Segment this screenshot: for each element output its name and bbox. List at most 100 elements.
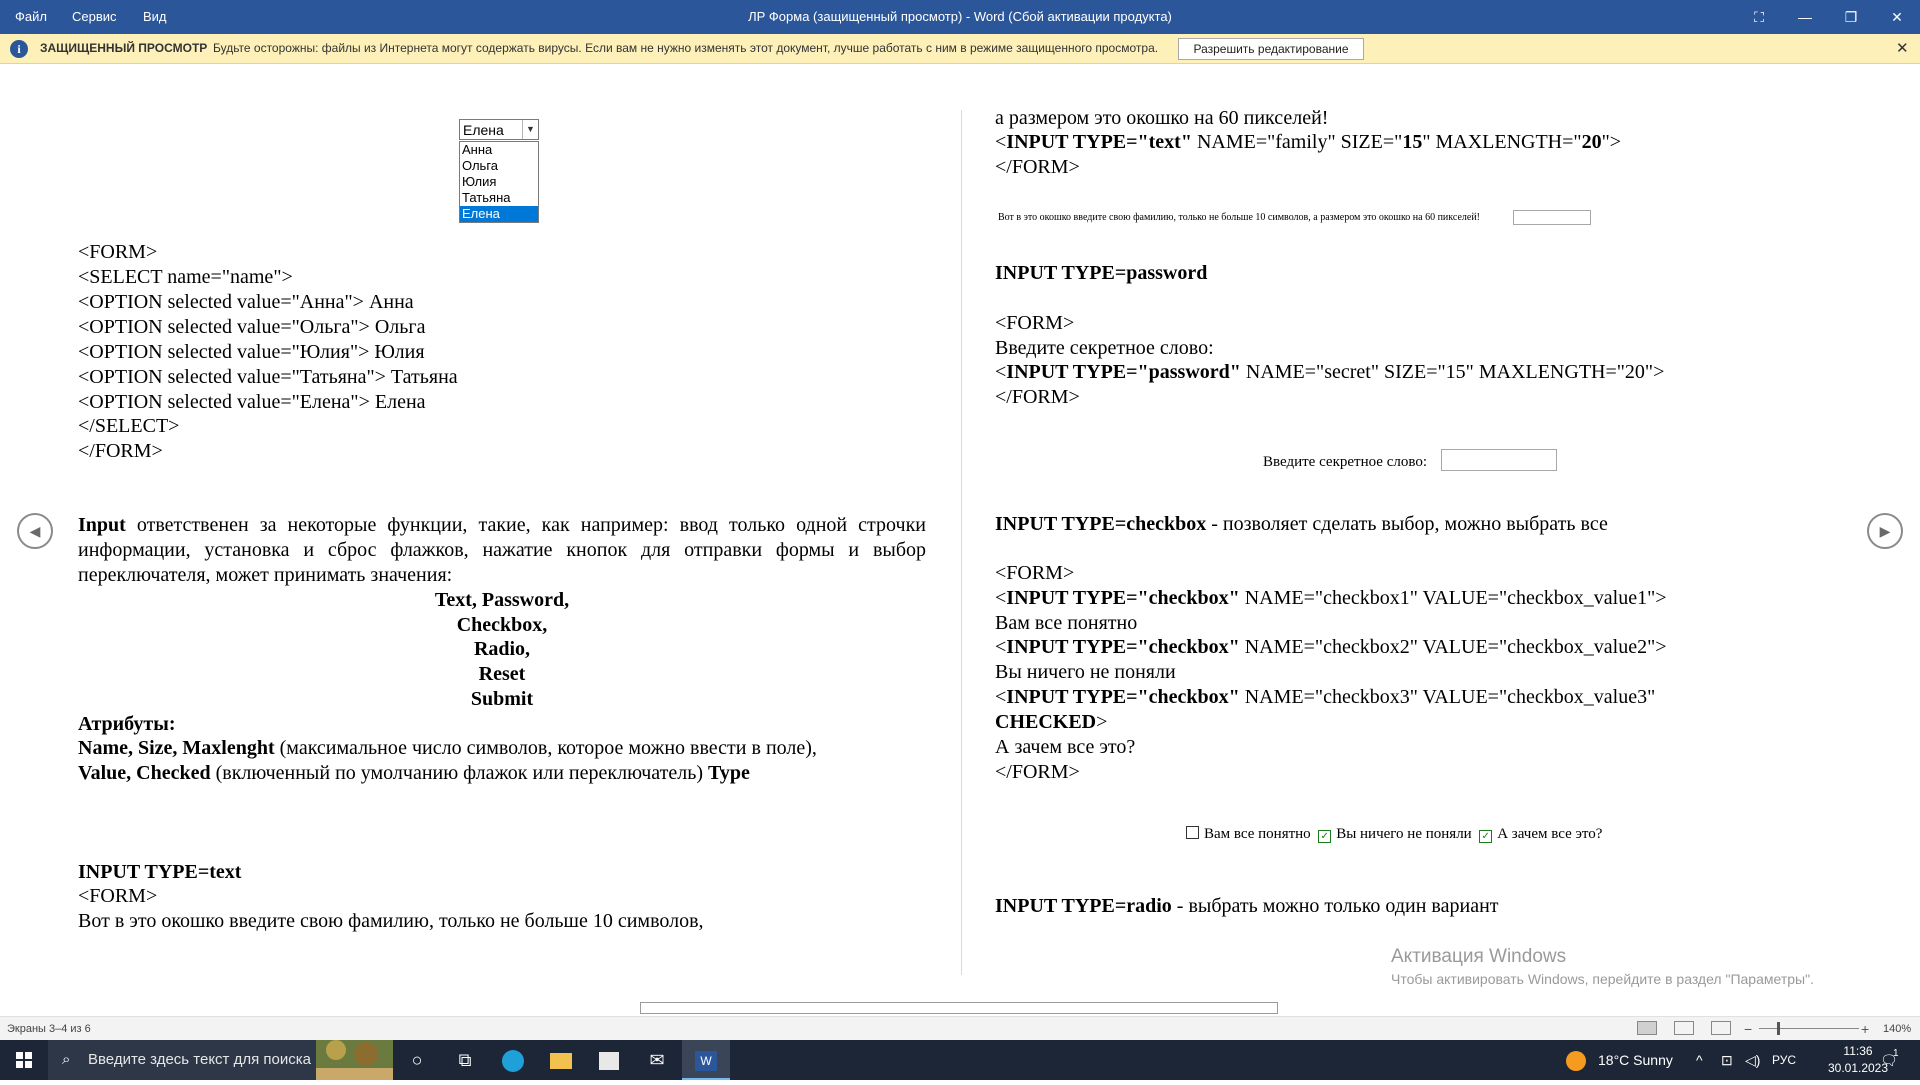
zoom-slider-thumb[interactable] — [1777, 1022, 1780, 1035]
checkbox-samples: Вам все понятно ✓ Вы ничего не поняли ✓ А … — [1186, 822, 1602, 847]
code-text: NAME="secret" SIZE="15" MAXLENGTH="20"> — [1240, 361, 1665, 383]
checkbox-checked-icon[interactable]: ✓ — [1479, 830, 1493, 843]
code-text: NAME="checkbox3" VALUE="checkbox_value3" — [1239, 686, 1656, 708]
attr-type: Type — [708, 762, 750, 784]
checkbox-checked-icon[interactable]: ✓ — [1318, 830, 1332, 843]
select-option[interactable]: Татьяна — [460, 190, 538, 206]
code-text: "> — [1601, 131, 1622, 153]
menu-file[interactable]: Файл — [15, 0, 47, 34]
code-text: < — [995, 361, 1007, 383]
select-option[interactable]: Анна — [460, 142, 538, 158]
checkbox-sample[interactable]: ✓ Вы ничего не поняли — [1318, 826, 1472, 843]
zoom-slider[interactable] — [1759, 1028, 1859, 1029]
read-mode-icon[interactable] — [1637, 1021, 1657, 1035]
weather-icon[interactable] — [1566, 1040, 1586, 1080]
checkbox-icon[interactable] — [1186, 826, 1199, 839]
horizontal-scrollbar[interactable] — [640, 1002, 1278, 1014]
chevron-down-icon[interactable]: ▼ — [522, 120, 538, 139]
attributes-line-2: Value, Checked (включенный по умолчанию … — [78, 761, 750, 786]
task-view-icon[interactable]: ⧉ — [441, 1040, 489, 1080]
weather-text[interactable]: 18°C Sunny — [1598, 1040, 1673, 1080]
protected-view-title: ЗАЩИЩЕННЫЙ ПРОСМОТР — [40, 41, 208, 55]
notification-count: 1 — [1893, 1048, 1899, 1059]
input-keyword: Input — [78, 514, 126, 536]
select-option[interactable]: Ольга — [460, 158, 538, 174]
chevron-left-icon: ◀ — [29, 523, 41, 539]
type-list-item: Checkbox, — [456, 614, 548, 636]
code-text: NAME="checkbox1" VALUE="checkbox_value1"… — [1239, 587, 1667, 609]
code-text: < — [995, 131, 1007, 153]
cortana-icon[interactable]: ○ — [393, 1040, 441, 1080]
activation-watermark-title: Активация Windows — [1391, 946, 1567, 967]
menu-view[interactable]: Вид — [143, 0, 167, 34]
code-line: Введите секретное слово: — [995, 337, 1214, 359]
protected-view-bar: i ЗАЩИЩЕННЫЙ ПРОСМОТР Будьте осторожны: … — [0, 34, 1920, 64]
close-icon[interactable]: ✕ — [1896, 34, 1909, 63]
code-line: <OPTION selected value="Юлия"> Юлия — [78, 341, 425, 363]
checkbox-heading-text: - позволяет сделать выбор, можно выбрать… — [1206, 513, 1608, 535]
minimize-icon[interactable]: — — [1782, 0, 1828, 34]
protected-view-message: Будьте осторожны: файлы из Интернета мог… — [213, 41, 1159, 55]
code-line: <OPTION selected value="Татьяна"> Татьян… — [78, 366, 458, 388]
fullscreen-icon[interactable]: ⛶ — [1736, 0, 1782, 34]
password-sample-label: Введите секретное слово: — [1263, 454, 1427, 470]
print-layout-icon[interactable] — [1674, 1021, 1694, 1035]
enable-editing-button[interactable]: Разрешить редактирование — [1178, 38, 1364, 60]
code-text: NAME="family" SIZE=" — [1191, 131, 1403, 153]
code-line: <FORM> — [78, 241, 158, 263]
select-option-selected[interactable]: Елена — [460, 206, 538, 222]
start-button[interactable] — [0, 1040, 48, 1080]
zoom-in-button[interactable]: + — [1861, 1017, 1869, 1041]
type-list-item: Radio, — [473, 638, 531, 660]
select-sample-closed[interactable]: Елена ▼ — [459, 119, 539, 140]
family-input-sample[interactable] — [1513, 210, 1591, 225]
radio-keyword: INPUT TYPE=radio — [995, 895, 1172, 917]
close-icon[interactable]: ✕ — [1874, 0, 1920, 34]
text-heading: INPUT TYPE=text — [78, 861, 242, 883]
file-explorer-icon[interactable] — [537, 1040, 585, 1080]
taskbar-search[interactable]: ⌕ Введите здесь текст для поиска — [48, 1040, 393, 1080]
code-text: > — [1096, 711, 1108, 733]
checkbox-sample[interactable]: ✓ А зачем все это? — [1479, 826, 1602, 843]
code-line: </SELECT> — [78, 415, 180, 437]
language-indicator[interactable]: РУС — [1772, 1040, 1796, 1080]
password-heading: INPUT TYPE=password — [995, 262, 1208, 284]
checkbox-label: Вы ничего не поняли — [1336, 826, 1472, 842]
code-line: <FORM> — [995, 562, 1075, 584]
code-line: </FORM> — [995, 156, 1080, 178]
checkbox-sample[interactable]: Вам все понятно — [1186, 826, 1311, 842]
select-option[interactable]: Юлия — [460, 174, 538, 190]
next-page-button[interactable]: ▶ — [1867, 513, 1903, 549]
zoom-level[interactable]: 140% — [1883, 1017, 1911, 1041]
code-line: <OPTION selected value="Анна"> Анна — [78, 291, 414, 313]
word-icon[interactable]: W — [682, 1040, 730, 1080]
zoom-out-button[interactable]: − — [1744, 1017, 1752, 1041]
page-divider — [961, 110, 962, 975]
code-line: <FORM> — [995, 312, 1075, 334]
search-highlight-illustration — [316, 1040, 393, 1080]
web-layout-icon[interactable] — [1711, 1021, 1731, 1035]
checkbox-heading-keyword: INPUT TYPE=checkbox — [995, 513, 1207, 535]
previous-page-button[interactable]: ◀ — [17, 513, 53, 549]
code-line: </FORM> — [995, 761, 1080, 783]
password-input-sample[interactable] — [1441, 449, 1557, 471]
code-line: <SELECT name="name"> — [78, 266, 293, 288]
edge-icon[interactable] — [489, 1040, 537, 1080]
mail-icon[interactable]: ✉ — [633, 1040, 681, 1080]
code-text: < — [995, 636, 1007, 658]
chevron-up-icon[interactable]: ^ — [1696, 1040, 1703, 1080]
store-icon[interactable] — [585, 1040, 633, 1080]
restore-icon[interactable]: ❐ — [1828, 0, 1874, 34]
checkbox-heading: INPUT TYPE=checkbox - позволяет сделать … — [995, 512, 1608, 537]
menu-service[interactable]: Сервис — [72, 0, 117, 34]
code-keyword: INPUT TYPE="checkbox" — [1006, 686, 1240, 708]
sample-text-label: Вот в это окошко введите свою фамилию, т… — [998, 212, 1481, 223]
code-line: CHECKED> — [995, 710, 1107, 735]
volume-icon[interactable]: ◁) — [1745, 1040, 1760, 1080]
code-keyword: 15 — [1402, 131, 1423, 153]
code-line: а размером это окошко на 60 пикселей! — [995, 107, 1329, 129]
notification-icon[interactable]: 🗨 — [1880, 1040, 1898, 1080]
code-line: </FORM> — [995, 386, 1080, 408]
network-icon[interactable]: ⊡ — [1721, 1040, 1733, 1080]
code-line: <FORM> — [78, 885, 158, 907]
